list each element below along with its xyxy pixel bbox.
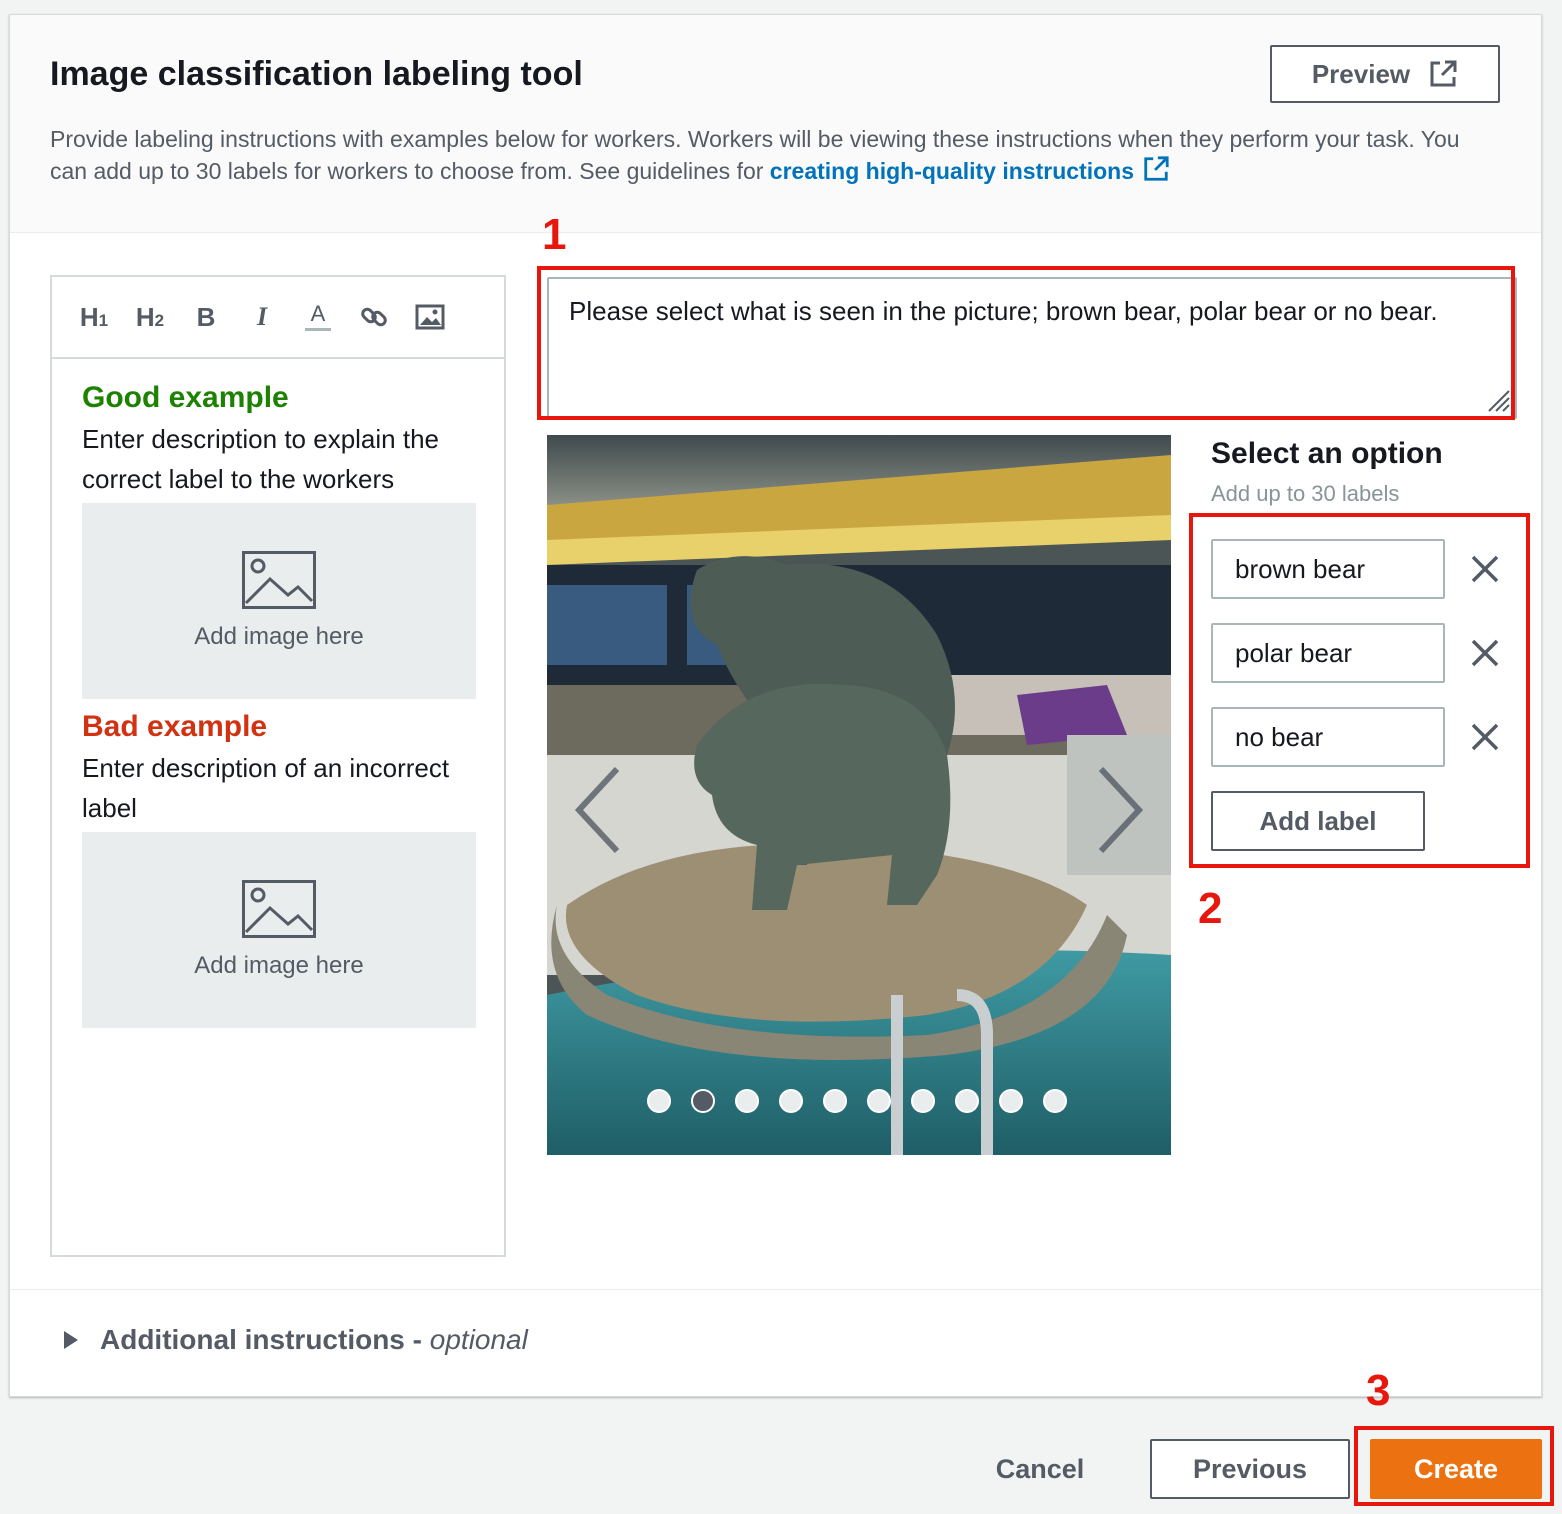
optional-label: optional: [429, 1324, 528, 1355]
annotation-number-2: 2: [1198, 884, 1223, 933]
chevron-left-icon[interactable]: [573, 765, 623, 855]
bold-button[interactable]: B: [188, 299, 224, 335]
heading-2-button[interactable]: H2: [132, 299, 168, 335]
h1-glyph: H: [79, 301, 99, 332]
carousel-dot[interactable]: [823, 1089, 847, 1113]
bad-example-text[interactable]: Enter description of an incorrect label: [82, 748, 476, 828]
annotation-box-3: [1354, 1426, 1554, 1506]
additional-instructions-label: Additional instructions -: [100, 1324, 430, 1355]
image-placeholder-icon: [242, 880, 316, 938]
previous-button[interactable]: Previous: [1150, 1439, 1350, 1499]
cancel-button[interactable]: Cancel: [970, 1439, 1110, 1499]
bad-example-section: Bad example Enter description of an inco…: [82, 710, 476, 1028]
carousel-dots: [647, 1089, 1067, 1113]
page-description: Provide labeling instructions with examp…: [50, 123, 1480, 187]
carousel-dot[interactable]: [647, 1089, 671, 1113]
instruction-editor[interactable]: H1 H2 B I A Good example Enter descripti…: [50, 275, 506, 1257]
bold-glyph: B: [196, 301, 216, 332]
annotation-number-1: 1: [542, 210, 567, 259]
page-title: Image classification labeling tool: [50, 55, 583, 93]
panel-header: Image classification labeling tool Previ…: [10, 15, 1541, 233]
heading-1-button[interactable]: H1: [76, 299, 112, 335]
description-text: Provide labeling instructions with examp…: [50, 126, 1460, 184]
good-example-image-placeholder-text: Add image here: [194, 623, 364, 650]
bad-example-image-drop[interactable]: Add image here: [82, 832, 476, 1028]
select-option-subtitle: Add up to 30 labels: [1211, 481, 1400, 506]
annotation-box-2: [1189, 513, 1530, 868]
italic-button[interactable]: I: [244, 299, 280, 335]
text-color-underline: [305, 328, 331, 331]
image-icon: [415, 304, 445, 330]
good-example-title: Good example: [82, 381, 289, 414]
preview-label: Preview: [1311, 58, 1411, 89]
carousel-dot[interactable]: [955, 1089, 979, 1113]
good-example-image-drop[interactable]: Add image here: [82, 503, 476, 699]
annotation-number-3: 3: [1366, 1366, 1391, 1415]
good-example-text[interactable]: Enter description to explain the correct…: [82, 419, 476, 499]
bear-statue-photo: [547, 435, 1171, 1155]
text-color-button[interactable]: A: [300, 299, 336, 335]
carousel-dot[interactable]: [999, 1089, 1023, 1113]
chevron-right-icon[interactable]: [1095, 765, 1145, 855]
carousel-dot[interactable]: [867, 1089, 891, 1113]
carousel-dot[interactable]: [691, 1089, 715, 1113]
guidelines-link[interactable]: creating high-quality instructions: [770, 158, 1134, 184]
bad-example-image-placeholder-text: Add image here: [194, 952, 364, 979]
additional-instructions-section: Additional instructions - optional: [10, 1289, 1541, 1397]
preview-button[interactable]: Preview: [1270, 45, 1500, 103]
image-carousel[interactable]: [547, 435, 1171, 1155]
text-color-glyph: A: [310, 301, 326, 326]
carousel-dot[interactable]: [1043, 1089, 1067, 1113]
external-link-icon: [1430, 60, 1457, 87]
carousel-dot[interactable]: [911, 1089, 935, 1113]
h2-sub-glyph: 2: [154, 311, 165, 330]
additional-instructions-toggle[interactable]: Additional instructions - optional: [62, 1324, 528, 1356]
select-option-title: Select an option: [1211, 437, 1443, 470]
h1-sub-glyph: 1: [98, 311, 109, 330]
h2-glyph: H: [135, 301, 155, 332]
carousel-dot[interactable]: [735, 1089, 759, 1113]
link-button[interactable]: [356, 299, 392, 335]
carousel-dot[interactable]: [779, 1089, 803, 1113]
caret-right-icon: [64, 1331, 78, 1349]
insert-image-button[interactable]: [412, 299, 448, 335]
image-placeholder-icon: [242, 551, 316, 609]
editor-toolbar: H1 H2 B I A: [52, 277, 504, 359]
bad-example-title: Bad example: [82, 710, 268, 743]
link-icon: [361, 307, 387, 327]
italic-glyph: I: [256, 302, 268, 331]
external-link-icon[interactable]: [1142, 155, 1170, 183]
annotation-box-1: [537, 266, 1515, 420]
good-example-section: Good example Enter description to explai…: [82, 381, 476, 699]
